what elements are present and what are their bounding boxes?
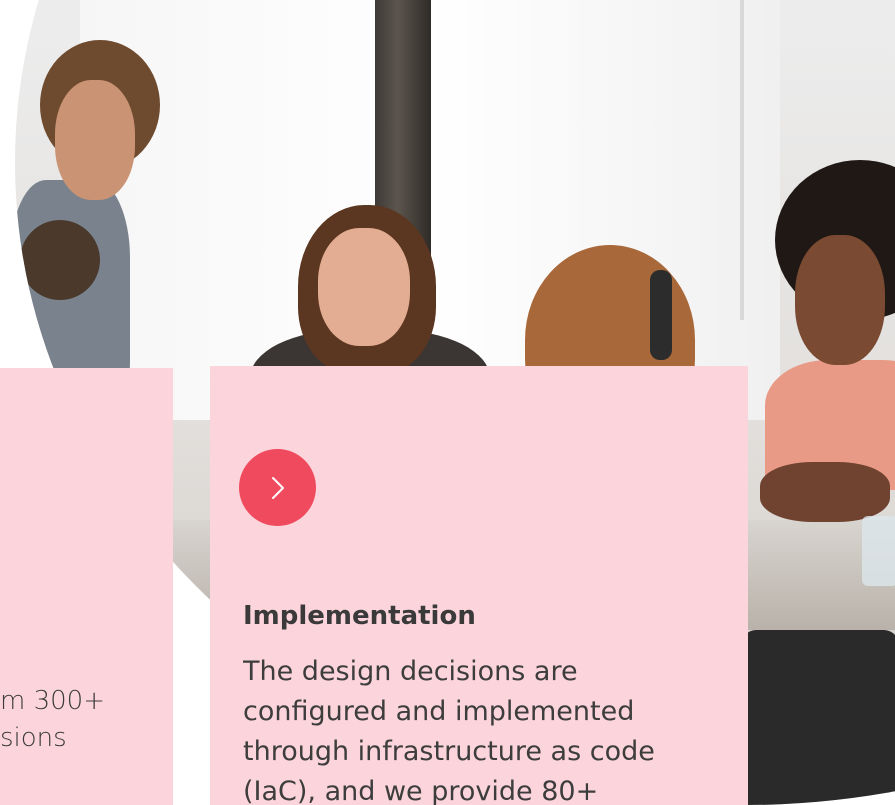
photo-window-frame [740,0,744,320]
card-title: Implementation [243,601,476,631]
page: m 300+ sions Implementation The design d… [0,0,895,805]
left-card-text: m 300+ sions [0,683,173,757]
photo-person-2-hair [20,220,100,300]
left-card-line-2: sions [0,723,67,753]
photo-glass [862,516,895,586]
photo-headset [650,270,672,360]
photo-person-3-face [318,228,410,346]
chevron-right-icon [271,476,284,499]
left-card-line-1: m 300+ [0,686,106,716]
photo-person-1-face [55,80,135,200]
photo-chair [740,630,895,805]
next-button[interactable] [239,449,316,526]
photo-person-5-face [795,235,885,365]
photo-hands [760,462,890,522]
card-description: The design decisions are configured and … [243,656,655,805]
